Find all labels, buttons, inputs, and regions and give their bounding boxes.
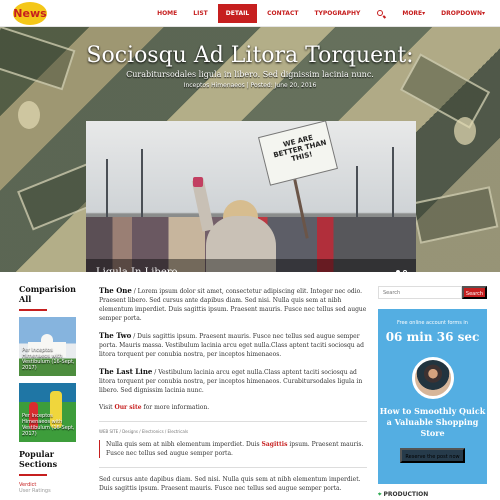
section-heading: The One: [99, 286, 132, 295]
white-house-thumbnail[interactable]: Per Inceptos Himenaeos with Vestibulum (…: [19, 317, 76, 376]
nav-contact[interactable]: CONTACT: [259, 0, 306, 27]
quote-text: Nulla quis sem at nibh elementum imperdi…: [106, 441, 262, 448]
raised-fist: [193, 177, 203, 187]
white-house-dome: [41, 334, 53, 346]
main-nav: HOME LIST DETAIL CONTACT TYPOGRAPHY MORE…: [149, 0, 493, 27]
top-navigation: News HOME LIST DETAIL CONTACT TYPOGRAPHY…: [0, 0, 500, 27]
production-section-label: ⌖ PRODUCTION: [378, 491, 428, 499]
thumbnail-caption[interactable]: Per Inceptos Himenaeos with Vestibulum (…: [22, 347, 76, 371]
nav-detail[interactable]: DETAIL: [217, 4, 258, 23]
nav-home[interactable]: HOME: [149, 0, 185, 27]
content-divider: [99, 421, 367, 422]
visit-prefix: Visit: [99, 404, 115, 411]
article-subtitle: Curabitursodales ligula in libero. Sed d…: [126, 70, 374, 79]
reserve-post-button[interactable]: Reserve the post now: [400, 448, 465, 463]
left-sidebar: Comparision All Per Inceptos Himenaeos w…: [19, 284, 76, 494]
nav-dropdown[interactable]: DROPDOWN▾: [433, 0, 493, 27]
news-logo[interactable]: News: [13, 2, 47, 25]
article-title: Sociosqu Ad Litora Torquent:: [86, 43, 414, 68]
nav-more[interactable]: MORE▾: [394, 0, 433, 27]
promo-intro: Free online account forms in: [397, 320, 468, 326]
promo-title: How to Smoothly Quick a Valuable Shoppin…: [379, 406, 486, 438]
heading-underline: [19, 474, 47, 476]
thumbnail-caption[interactable]: Per Inceptos Himenaeos with Vestibulum (…: [22, 413, 76, 437]
quote-highlight: Sagittis: [261, 441, 288, 448]
article-body: The One / Lorem ipsum dolor sit amet, co…: [99, 286, 367, 493]
search-icon[interactable]: [375, 0, 387, 27]
comparison-heading: Comparision All: [19, 284, 76, 304]
heading-underline: [19, 309, 47, 311]
article-section-one: The One / Lorem ipsum dolor sit amet, co…: [99, 286, 367, 323]
slider-dot[interactable]: [403, 270, 407, 272]
article-section-two: The Two / Duis sagittis ipsum. Praesent …: [99, 331, 367, 359]
banknote-portrait: [18, 101, 40, 129]
final-paragraph: Sed cursus ante dapibus diam. Sed nisi. …: [99, 476, 361, 492]
slider-dot-active[interactable]: [396, 270, 400, 272]
section-heading: The Two: [99, 331, 132, 340]
popular-user-ratings-link[interactable]: User Ratings: [19, 488, 76, 494]
slider-dots: [396, 270, 407, 272]
search-input[interactable]: [378, 286, 462, 299]
sports-thumbnail[interactable]: Per Inceptos Himenaeos with Vestibulum (…: [19, 383, 76, 442]
our-site-link[interactable]: Our site: [114, 404, 141, 411]
production-label: PRODUCTION: [383, 491, 429, 498]
avatar: [411, 357, 454, 399]
visit-suffix: for more information.: [141, 404, 210, 411]
section-text: / Duis sagittis ipsum. Praesent mauris. …: [99, 333, 364, 358]
popular-sections-heading: Popular Sections: [19, 449, 58, 469]
promotion-card: Free online account forms in 06 min 36 s…: [378, 309, 487, 484]
section-text: / Lorem ipsum dolor sit amet, consectetu…: [99, 288, 367, 322]
banknote-portrait: [454, 117, 476, 145]
quoted-paragraph: Nulla quis sem at nibh elementum imperdi…: [99, 440, 367, 458]
article-meta: Inceptos Himenaeos | Posted: June 20, 20…: [183, 82, 317, 89]
slider-caption: Ligula In Libero: [86, 259, 416, 272]
featured-slider-image[interactable]: WE ARE BETTER THAN THIS!: [86, 121, 416, 272]
visit-site-line: Visit Our site for more information.: [99, 403, 367, 412]
article-section-three: The Last Line / Vestibulum lacinia arcu …: [99, 367, 367, 395]
nav-typography[interactable]: TYPOGRAPHY: [306, 0, 368, 27]
article-hero: Sociosqu Ad Litora Torquent: Curabiturso…: [0, 27, 500, 272]
location-icon: ⌖: [378, 491, 382, 498]
sidebar-search: Search: [378, 286, 487, 299]
nav-list[interactable]: LIST: [185, 0, 215, 27]
content-divider: [99, 467, 367, 468]
right-sidebar: Search Free online account forms in 06 m…: [378, 286, 487, 484]
promo-countdown: 06 min 36 sec: [385, 330, 480, 344]
section-heading: The Last Line: [99, 367, 153, 376]
search-button[interactable]: Search: [462, 286, 487, 299]
breadcrumb[interactable]: WEB SITE / Designs / Electronics / Elect…: [99, 429, 367, 434]
